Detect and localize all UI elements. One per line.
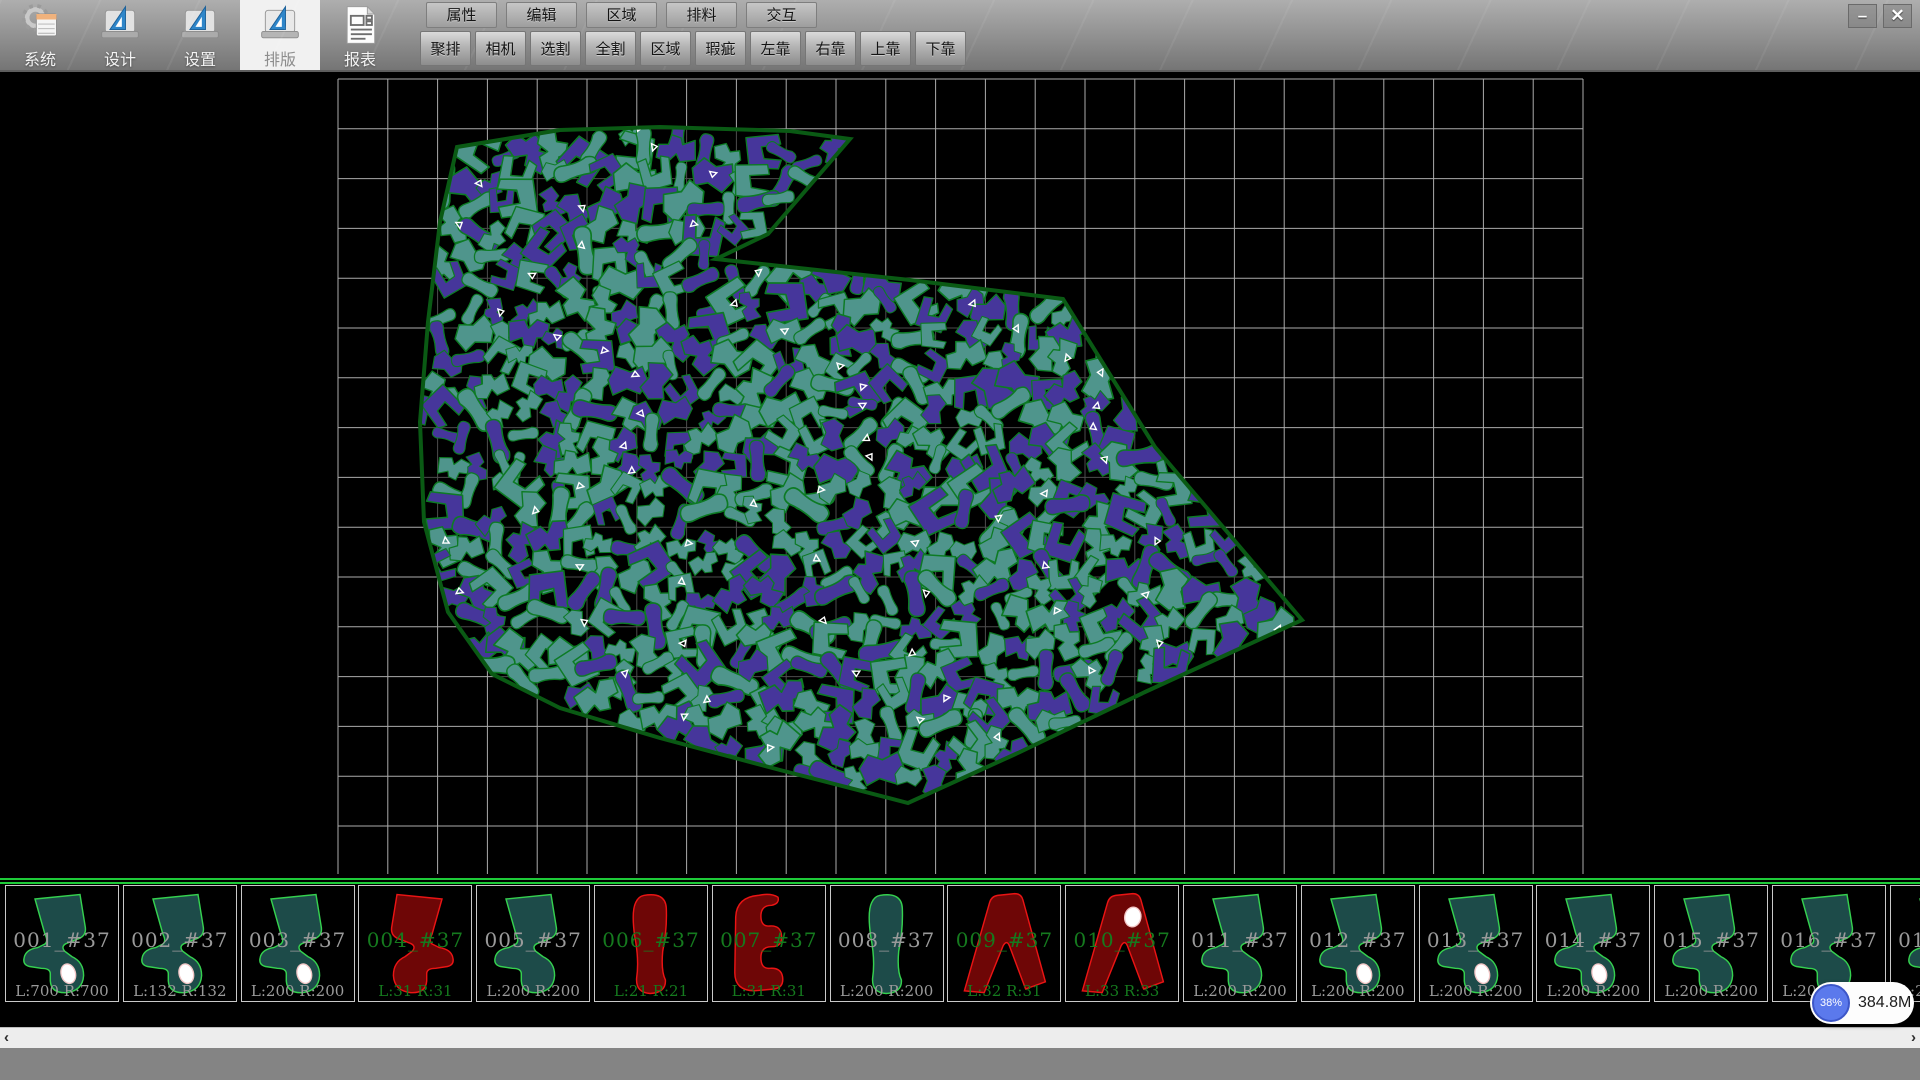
application-window: 系统 设计 设置 排版 xyxy=(0,0,1920,1080)
piece-lr-count: L:200 R:200 xyxy=(1184,982,1296,1000)
tool-cluster-nest[interactable]: 聚排 xyxy=(420,31,471,66)
titlebar: 系统 设计 设置 排版 xyxy=(0,0,1920,72)
scroll-right-arrow-icon[interactable]: › xyxy=(1907,1028,1920,1049)
piece-name: 001_#37 xyxy=(6,928,118,952)
piece-name: 003_#37 xyxy=(242,928,354,952)
piece-lr-count: L:132 R:132 xyxy=(124,982,236,1000)
piece-name: 012_#37 xyxy=(1302,928,1414,952)
close-button[interactable]: ✕ xyxy=(1883,4,1912,28)
nav-design[interactable]: 设计 xyxy=(80,0,160,70)
piece-lr-count: L:200 R:200 xyxy=(242,982,354,1000)
piece-lr-count: L:31 R:31 xyxy=(713,982,825,1000)
piece-thumbnail[interactable]: 011_#37 L:200 R:200 xyxy=(1183,885,1297,1002)
status-bar xyxy=(0,1048,1920,1080)
nav-report[interactable]: 报表 xyxy=(320,0,400,70)
piece-name: 009_#37 xyxy=(948,928,1060,952)
piece-thumbnail[interactable]: 008_#37 L:200 R:200 xyxy=(830,885,944,1002)
minimize-button[interactable]: – xyxy=(1848,4,1877,28)
nav-design-label: 设计 xyxy=(104,46,136,70)
pieces-strip: 001_#37 L:700 R:700 002_#37 L:132 R:132 003_… xyxy=(0,878,1920,1027)
piece-name: 004_#37 xyxy=(359,928,471,952)
piece-lr-count: L:33 R:33 xyxy=(1066,982,1178,1000)
nesting-ruler-icon xyxy=(258,3,302,45)
piece-thumbnail[interactable]: 001_#37 L:700 R:700 xyxy=(5,885,119,1002)
strip-separator-line xyxy=(0,878,1920,880)
piece-thumbnail[interactable]: 010_#37 L:33 R:33 xyxy=(1065,885,1179,1002)
piece-name: 017_#37 xyxy=(1891,928,1920,952)
piece-thumbnail[interactable]: 007_#37 L:31 R:31 xyxy=(712,885,826,1002)
tab-nesting[interactable]: 排料 xyxy=(666,2,737,28)
nav-nesting[interactable]: 排版 xyxy=(240,0,320,70)
strip-separator-line-2 xyxy=(0,882,1920,884)
piece-thumbnail[interactable]: 012_#37 L:200 R:200 xyxy=(1301,885,1415,1002)
piece-name: 013_#37 xyxy=(1420,928,1532,952)
horizontal-scrollbar[interactable]: ‹ › xyxy=(0,1027,1920,1048)
settings-ruler-icon xyxy=(178,3,222,45)
piece-name: 010_#37 xyxy=(1066,928,1178,952)
nav-nesting-label: 排版 xyxy=(264,46,296,70)
gear-icon xyxy=(18,3,62,45)
memory-badge: 38% 384.8M xyxy=(1810,982,1914,1024)
piece-lr-count: L:31 R:31 xyxy=(359,982,471,1000)
tool-align-top[interactable]: 上靠 xyxy=(860,31,911,66)
nesting-canvas[interactable] xyxy=(0,72,1920,878)
piece-name: 014_#37 xyxy=(1537,928,1649,952)
piece-name: 011_#37 xyxy=(1184,928,1296,952)
piece-name: 005_#37 xyxy=(477,928,589,952)
tool-select-cut[interactable]: 选割 xyxy=(530,31,581,66)
piece-lr-count: L:200 R:200 xyxy=(1302,982,1414,1000)
window-controls: – ✕ xyxy=(1848,4,1912,28)
memory-value: 384.8M xyxy=(1858,982,1911,1024)
piece-lr-count: L:200 R:200 xyxy=(1537,982,1649,1000)
piece-thumbnail[interactable]: 009_#37 L:32 R:31 xyxy=(947,885,1061,1002)
tab-properties[interactable]: 属性 xyxy=(426,2,497,28)
piece-lr-count: L:200 R:200 xyxy=(1655,982,1767,1000)
scroll-left-arrow-icon[interactable]: ‹ xyxy=(0,1028,13,1049)
tool-camera[interactable]: 相机 xyxy=(475,31,526,66)
mode-nav: 系统 设计 设置 排版 xyxy=(0,0,400,70)
tab-interactive[interactable]: 交互 xyxy=(746,2,817,28)
nav-settings[interactable]: 设置 xyxy=(160,0,240,70)
piece-thumbnail[interactable]: 005_#37 L:200 R:200 xyxy=(476,885,590,1002)
tool-align-left[interactable]: 左靠 xyxy=(750,31,801,66)
report-document-icon xyxy=(338,3,382,45)
nav-report-label: 报表 xyxy=(344,46,376,70)
piece-lr-count: L:200 R:200 xyxy=(831,982,943,1000)
tool-cut-all[interactable]: 全割 xyxy=(585,31,636,66)
piece-thumbnail[interactable]: 003_#37 L:200 R:200 xyxy=(241,885,355,1002)
nav-settings-label: 设置 xyxy=(184,46,216,70)
piece-thumbnail[interactable]: 014_#37 L:200 R:200 xyxy=(1536,885,1650,1002)
piece-thumbnail[interactable]: 006_#37 L:21 R:21 xyxy=(594,885,708,1002)
piece-name: 007_#37 xyxy=(713,928,825,952)
tab-edit[interactable]: 编辑 xyxy=(506,2,577,28)
progress-circle: 38% xyxy=(1812,984,1850,1022)
nav-system[interactable]: 系统 xyxy=(0,0,80,70)
menu-tab-row: 属性 编辑 区域 排料 交互 xyxy=(426,2,817,28)
piece-lr-count: L:32 R:31 xyxy=(948,982,1060,1000)
tool-align-right[interactable]: 右靠 xyxy=(805,31,856,66)
piece-name: 016_#37 xyxy=(1773,928,1885,952)
tab-region[interactable]: 区域 xyxy=(586,2,657,28)
piece-lr-count: L:700 R:700 xyxy=(6,982,118,1000)
tool-align-bottom[interactable]: 下靠 xyxy=(915,31,966,66)
design-ruler-icon xyxy=(98,3,142,45)
nav-system-label: 系统 xyxy=(24,46,56,70)
tool-button-row: 聚排 相机 选割 全割 区域 瑕疵 左靠 右靠 上靠 下靠 xyxy=(420,31,966,66)
piece-lr-count: L:200 R:200 xyxy=(1420,982,1532,1000)
piece-lr-count: L:21 R:21 xyxy=(595,982,707,1000)
piece-thumbnail[interactable]: 002_#37 L:132 R:132 xyxy=(123,885,237,1002)
piece-name: 006_#37 xyxy=(595,928,707,952)
piece-thumbnail[interactable]: 015_#37 L:200 R:200 xyxy=(1654,885,1768,1002)
piece-thumbnail[interactable]: 004_#37 L:31 R:31 xyxy=(358,885,472,1002)
tool-defect[interactable]: 瑕疵 xyxy=(695,31,746,66)
piece-name: 008_#37 xyxy=(831,928,943,952)
piece-thumbnail[interactable]: 013_#37 L:200 R:200 xyxy=(1419,885,1533,1002)
tool-region[interactable]: 区域 xyxy=(640,31,691,66)
piece-name: 015_#37 xyxy=(1655,928,1767,952)
piece-lr-count: L:200 R:200 xyxy=(477,982,589,1000)
hide-nesting-view xyxy=(0,72,1920,878)
piece-name: 002_#37 xyxy=(124,928,236,952)
